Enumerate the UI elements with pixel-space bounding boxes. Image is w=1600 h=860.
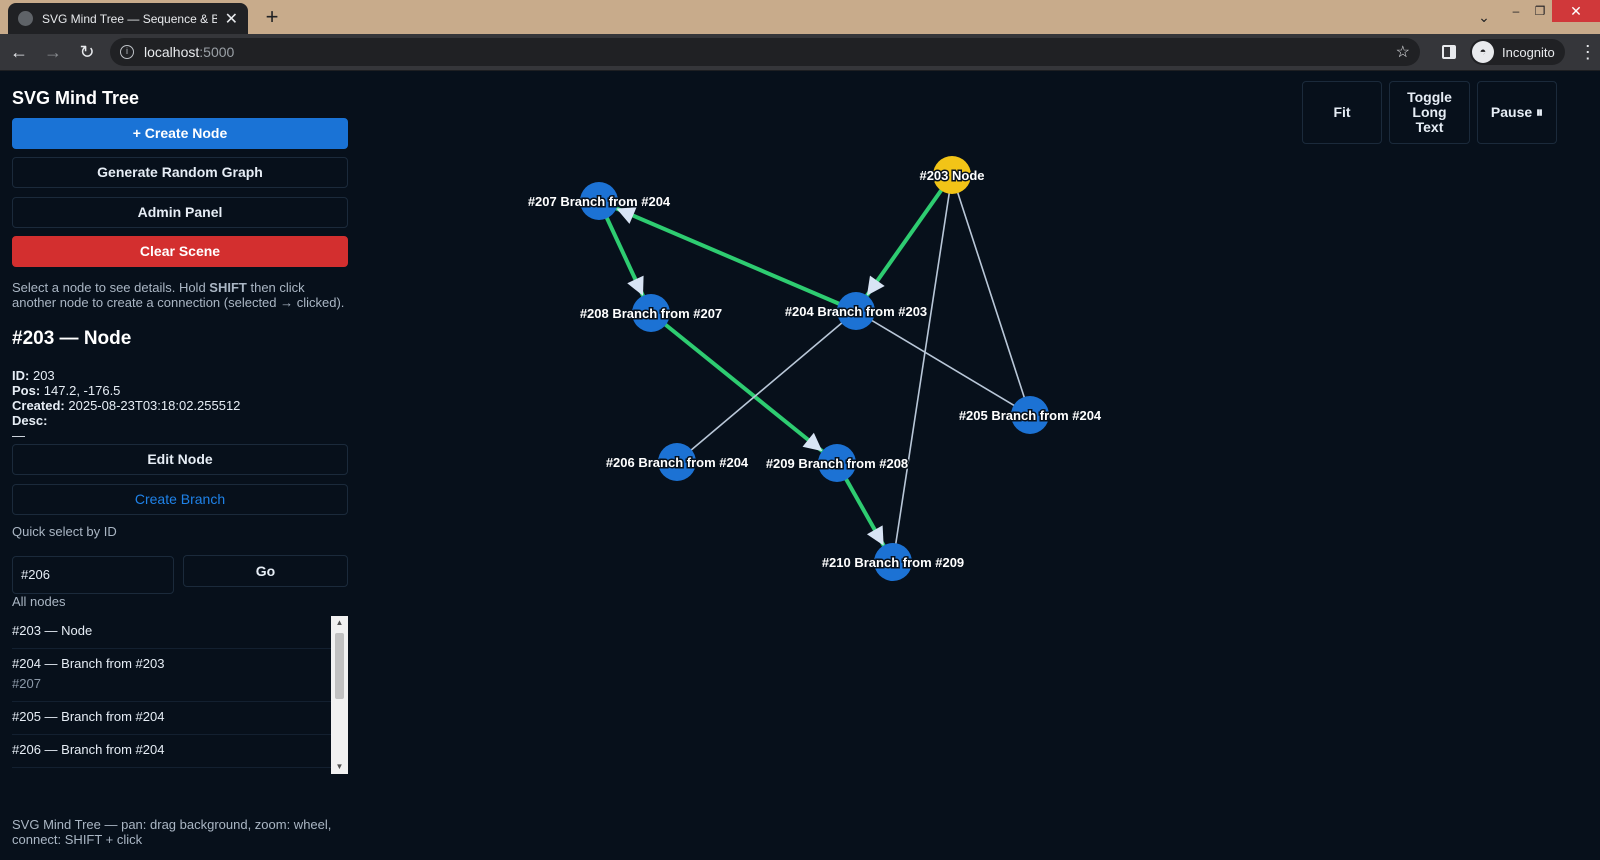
- incognito-label: Incognito: [1502, 44, 1555, 60]
- restore-icon[interactable]: ❐: [1528, 0, 1552, 22]
- browser-titlebar: SVG Mind Tree — Sequence & Br ✕ + ⌄ – ❐ …: [0, 0, 1600, 34]
- id-label: ID:: [12, 368, 30, 383]
- all-nodes-label: All nodes: [12, 594, 66, 609]
- desc-label: Desc:: [12, 413, 48, 428]
- quick-select-label: Quick select by ID: [12, 524, 117, 539]
- created-label: Created:: [12, 398, 65, 413]
- back-arrow-icon[interactable]: ←: [4, 37, 34, 67]
- bookmark-star-icon[interactable]: ☆: [1396, 42, 1410, 62]
- graph-node-label-205: #205 Branch from #204: [959, 408, 1102, 423]
- kebab-menu-icon[interactable]: ⋮: [1579, 42, 1597, 63]
- go-button[interactable]: Go: [183, 555, 348, 587]
- graph-node-label-207: #207 Branch from #204: [528, 194, 671, 209]
- node-list-item[interactable]: #203 — Node: [12, 616, 348, 649]
- help-text-key: SHIFT: [209, 280, 247, 295]
- nodes-layer: #203 Node #204 Branch from #203 #205 Branc…: [526, 156, 1103, 581]
- edge-203-210: [892, 174, 953, 563]
- incognito-badge[interactable]: ◓ Incognito: [1470, 39, 1565, 65]
- selected-node-title: #203 — Node: [12, 328, 132, 349]
- scrollbar-thumb[interactable]: [335, 633, 344, 699]
- admin-panel-button[interactable]: Admin Panel: [12, 197, 348, 228]
- node-list[interactable]: #203 — Node #204 — Branch from #203 #207 #2…: [12, 616, 348, 774]
- help-text-pre: Select a node to see details. Hold: [12, 280, 210, 295]
- node-list-item-label: #205 — Branch from #204: [12, 709, 165, 724]
- toggle-long-text-label: Toggle Long Text: [1407, 89, 1452, 135]
- node-list-item-label: #203 — Node: [12, 623, 93, 638]
- scroll-up-arrow-icon[interactable]: ▲: [331, 616, 348, 630]
- node-list-scrollbar[interactable]: ▲ ▼: [331, 616, 348, 774]
- edge-arrow-203-204: [866, 275, 885, 296]
- window-close-icon[interactable]: ✕: [1552, 0, 1600, 22]
- sidebar: SVG Mind Tree + Create Node Generate Ran…: [0, 71, 360, 860]
- help-text: Select a node to see details. Hold SHIFT…: [12, 280, 348, 310]
- edge-204-206: [676, 310, 857, 463]
- forward-arrow-icon[interactable]: →: [38, 37, 68, 67]
- graph-node-label-209: #209 Branch from #208: [766, 456, 908, 471]
- node-list-item[interactable]: #206 — Branch from #204: [12, 735, 348, 768]
- create-node-button[interactable]: + Create Node: [12, 118, 348, 149]
- node-list-item[interactable]: #205 — Branch from #204: [12, 702, 348, 735]
- edge-204-207: [598, 199, 857, 313]
- edit-node-button[interactable]: Edit Node: [12, 444, 348, 475]
- graph-node-label-206: #206 Branch from #204: [606, 455, 749, 470]
- close-tab-icon[interactable]: ✕: [225, 9, 238, 29]
- graph-node-label-208: #208 Branch from #207: [580, 306, 722, 321]
- chevron-down-icon[interactable]: ⌄: [1464, 0, 1504, 34]
- footer-hint: SVG Mind Tree — pan: drag background, zo…: [12, 817, 332, 847]
- browser-toolbar: ← → ↻ i localhost:5000 ☆ ◓ Incognito ⋮: [0, 34, 1600, 71]
- globe-icon: [18, 11, 33, 26]
- node-created: 2025-08-23T03:18:02.255512: [68, 398, 241, 413]
- app: SVG Mind Tree + Create Node Generate Ran…: [0, 71, 1600, 860]
- graph-node-label-210: #210 Branch from #209: [822, 555, 964, 570]
- fit-button[interactable]: Fit: [1302, 81, 1382, 144]
- quick-select-input[interactable]: #206: [12, 556, 174, 594]
- create-branch-button[interactable]: Create Branch: [12, 484, 348, 515]
- node-desc: —: [12, 428, 25, 443]
- browser-tab[interactable]: SVG Mind Tree — Sequence & Br ✕: [8, 3, 248, 34]
- address-bar[interactable]: i localhost:5000 ☆: [110, 38, 1420, 66]
- clear-scene-button[interactable]: Clear Scene: [12, 236, 348, 267]
- minimize-icon[interactable]: –: [1504, 0, 1528, 22]
- pos-label: Pos:: [12, 383, 41, 398]
- graph-canvas[interactable]: #203 Node #204 Branch from #203 #205 Branc…: [360, 71, 1600, 860]
- app-title: SVG Mind Tree: [12, 88, 140, 108]
- node-list-item-label: #206 — Branch from #204: [12, 742, 165, 757]
- node-list-item-sub: #207: [12, 676, 41, 691]
- pause-button[interactable]: Pause ⏸: [1477, 81, 1557, 144]
- node-list-item[interactable]: #207 — Branch from #204: [12, 768, 348, 774]
- url-host: localhost: [144, 44, 200, 60]
- node-id: 203: [32, 368, 55, 383]
- graph-node-label-203: #203 Node: [919, 168, 984, 183]
- scroll-down-arrow-icon[interactable]: ▼: [331, 760, 348, 774]
- graph-node-label-204: #204 Branch from #203: [785, 304, 927, 319]
- edges-layer: [597, 173, 1031, 563]
- tab-title: SVG Mind Tree — Sequence & Br: [42, 11, 217, 26]
- url-port: :5000: [199, 44, 235, 60]
- reload-icon[interactable]: ↻: [72, 37, 102, 67]
- generate-random-graph-button[interactable]: Generate Random Graph: [12, 157, 348, 188]
- side-panel-icon[interactable]: [1442, 45, 1456, 59]
- edge-203-205: [951, 174, 1031, 416]
- site-info-icon[interactable]: i: [120, 45, 134, 59]
- toggle-long-text-button[interactable]: Toggle Long Text: [1389, 81, 1470, 144]
- edge-204-205: [855, 310, 1031, 416]
- mind-tree-svg[interactable]: #203 Node #204 Branch from #203 #205 Branc…: [360, 71, 1600, 860]
- node-details: ID: 203 Pos: 147.2, -176.5 Created: 2025…: [12, 368, 240, 443]
- node-pos: 147.2, -176.5: [43, 383, 121, 398]
- new-tab-icon[interactable]: +: [260, 4, 284, 30]
- window-controls: ⌄ – ❐ ✕: [1464, 0, 1600, 34]
- node-list-item-label: #204 — Branch from #203: [12, 656, 165, 671]
- incognito-icon: ◓: [1472, 41, 1494, 63]
- node-list-item[interactable]: #204 — Branch from #203 #207: [12, 649, 348, 702]
